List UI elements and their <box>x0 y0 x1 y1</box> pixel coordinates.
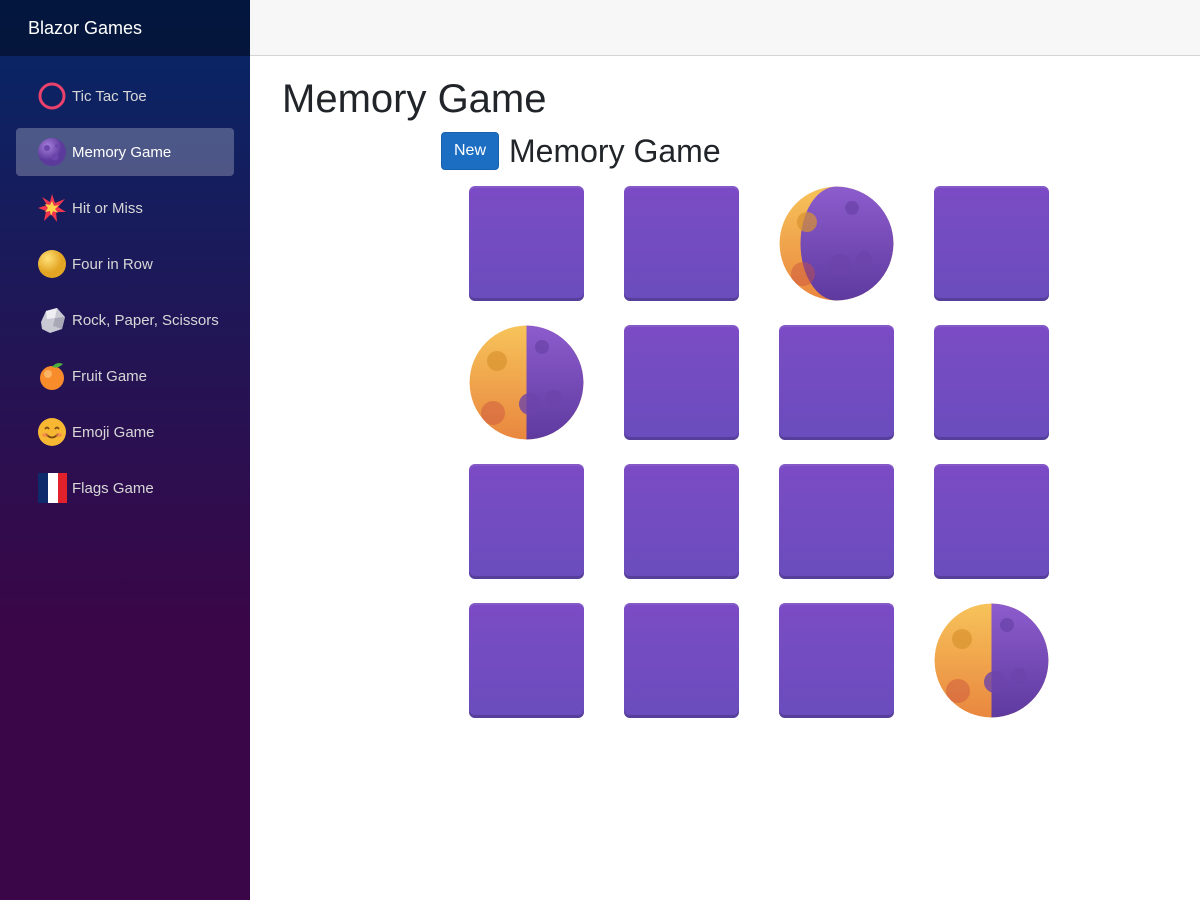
page-title: Memory Game <box>282 77 547 121</box>
sidebar-item-label: Rock, Paper, Scissors <box>72 311 219 329</box>
memory-card-hidden[interactable] <box>624 325 739 440</box>
memory-card-hidden[interactable] <box>624 603 739 718</box>
memory-card-hidden[interactable] <box>934 186 1049 301</box>
sidebar-item-label: Emoji Game <box>72 423 155 441</box>
top-row <box>250 0 1200 56</box>
sidebar-item-label: Four in Row <box>72 255 153 273</box>
france-flag-icon <box>36 472 68 504</box>
memory-card-hidden[interactable] <box>469 603 584 718</box>
app-window: Blazor Games Tic Tac Toe Memory Game Hit o… <box>0 0 1200 900</box>
sidebar-item-label: Fruit Game <box>72 367 148 385</box>
brand-link[interactable]: Blazor Games <box>28 18 142 39</box>
sidebar-item-label: Memory Game <box>72 143 172 161</box>
memory-card-revealed[interactable] <box>934 603 1049 718</box>
memory-card-hidden[interactable] <box>779 464 894 579</box>
content: Memory Game <box>250 56 1200 122</box>
sidebar-item-tic-tac-toe[interactable]: Tic Tac Toe <box>16 72 234 120</box>
memory-board <box>469 186 1049 718</box>
memory-card-revealed[interactable] <box>779 186 894 301</box>
memory-card-hidden[interactable] <box>934 464 1049 579</box>
memory-card-hidden[interactable] <box>779 325 894 440</box>
sidebar-nav: Tic Tac Toe Memory Game Hit or Miss Four in… <box>0 56 250 512</box>
sidebar-item-label: Hit or Miss <box>72 199 143 217</box>
sidebar-item-label: Flags Game <box>72 479 154 497</box>
memory-card-hidden[interactable] <box>469 464 584 579</box>
smiling-face-icon <box>36 416 68 448</box>
yellow-circle-icon <box>36 248 68 280</box>
sidebar-item-emoji-game[interactable]: Emoji Game <box>16 408 234 456</box>
sidebar: Blazor Games Tic Tac Toe Memory Game Hit o… <box>0 0 250 900</box>
waxing-crescent-moon-icon <box>779 186 894 301</box>
first-quarter-moon-icon <box>469 325 584 440</box>
sidebar-item-hit-or-miss[interactable]: Hit or Miss <box>16 184 234 232</box>
memory-card-hidden[interactable] <box>469 186 584 301</box>
purple-moon-icon <box>36 136 68 168</box>
first-quarter-moon-icon <box>934 603 1049 718</box>
collision-icon <box>36 192 68 224</box>
memory-card-hidden[interactable] <box>624 186 739 301</box>
rock-icon <box>36 304 68 336</box>
memory-card-revealed[interactable] <box>469 325 584 440</box>
sidebar-item-memory-game[interactable]: Memory Game <box>16 128 234 176</box>
ring-icon <box>36 80 68 112</box>
main-area: Memory Game New Memory Game <box>250 0 1200 900</box>
memory-card-hidden[interactable] <box>779 603 894 718</box>
game-header: New Memory Game <box>441 132 721 170</box>
game-title: Memory Game <box>509 133 721 169</box>
sidebar-item-label: Tic Tac Toe <box>72 87 147 105</box>
memory-card-hidden[interactable] <box>934 325 1049 440</box>
memory-card-hidden[interactable] <box>624 464 739 579</box>
sidebar-item-four-in-row[interactable]: Four in Row <box>16 240 234 288</box>
new-game-button[interactable]: New <box>441 132 500 170</box>
sidebar-item-flags-game[interactable]: Flags Game <box>16 464 234 512</box>
tangerine-icon <box>36 360 68 392</box>
brand-bar: Blazor Games <box>0 0 250 56</box>
sidebar-item-fruit-game[interactable]: Fruit Game <box>16 352 234 400</box>
sidebar-item-rock-paper-scissors[interactable]: Rock, Paper, Scissors <box>16 296 234 344</box>
